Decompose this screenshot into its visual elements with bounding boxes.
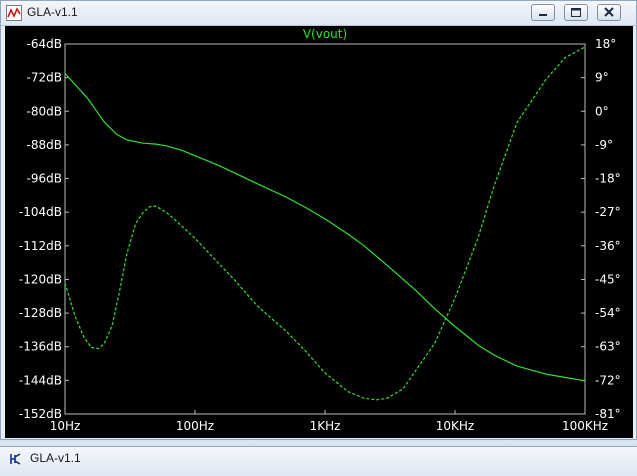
bode-plot[interactable]: V(vout) -64dB -72dB -80dB -88dB -96dB -104dB -1… [5, 26, 633, 438]
left-axis-tick-label: -120dB [19, 272, 62, 286]
left-axis-tick-label: -72dB [27, 71, 62, 85]
waveform-window: GLA-v1.1 V(vout) -64dB -72dB -80dB -88dB -96d… [0, 0, 637, 440]
restore-button[interactable] [564, 4, 588, 21]
x-axis-tick-label: 100KHz [562, 419, 608, 433]
transistor-app-icon [10, 453, 21, 465]
left-axis-tick-label: -64dB [27, 37, 62, 51]
right-axis-tick-label: -9° [595, 138, 613, 152]
right-axis-tick-label: -45° [595, 272, 621, 286]
close-button[interactable] [597, 4, 621, 21]
left-axis-tick-label: -144dB [19, 373, 62, 387]
minimize-icon [539, 14, 547, 16]
title-bar[interactable]: GLA-v1.1 [1, 1, 636, 26]
x-axis-tick-label: 10Hz [50, 419, 81, 433]
x-axis-tick-label: 10KHz [436, 419, 474, 433]
plot-title: V(vout) [303, 27, 347, 41]
left-axis-tick-label: -88dB [27, 138, 62, 152]
left-axis-tick-label: -136dB [19, 340, 62, 354]
x-axis-tick-label: 1KHz [310, 419, 341, 433]
right-axis-tick-label: -72° [595, 373, 621, 387]
waveform-app-icon [6, 5, 22, 21]
phase-trace[interactable] [64, 46, 586, 401]
left-axis-tick-label: -96dB [27, 172, 62, 186]
right-axis-tick-label: -63° [595, 340, 621, 354]
left-axis-tick-label: -128dB [19, 306, 62, 320]
right-axis-tick-label: -54° [595, 306, 621, 320]
second-window-titlebar[interactable]: GLA-v1.1 [0, 446, 637, 476]
second-window-title: GLA-v1.1 [30, 451, 81, 465]
magnitude-trace[interactable] [64, 72, 586, 382]
right-axis-tick-label: -18° [595, 172, 621, 186]
plot-frame [64, 43, 586, 415]
minimize-button[interactable] [531, 4, 555, 21]
right-axis-tick-label: -36° [595, 239, 621, 253]
right-axis-tick-label: -27° [595, 205, 621, 219]
right-axis-tick-label: 0° [595, 104, 609, 118]
window-title: GLA-v1.1 [27, 5, 78, 19]
right-axis-tick-label: 9° [595, 71, 609, 85]
left-axis-tick-label: -104dB [19, 205, 62, 219]
left-axis-tick-label: -112dB [19, 239, 62, 253]
left-axis-tick-label: -80dB [27, 104, 62, 118]
restore-icon [571, 8, 581, 17]
x-axis-tick-label: 100Hz [176, 419, 214, 433]
plot-area[interactable]: V(vout) -64dB -72dB -80dB -88dB -96dB -104dB -1… [5, 26, 633, 438]
right-axis-tick-label: 18° [595, 37, 616, 51]
close-icon [604, 7, 614, 17]
